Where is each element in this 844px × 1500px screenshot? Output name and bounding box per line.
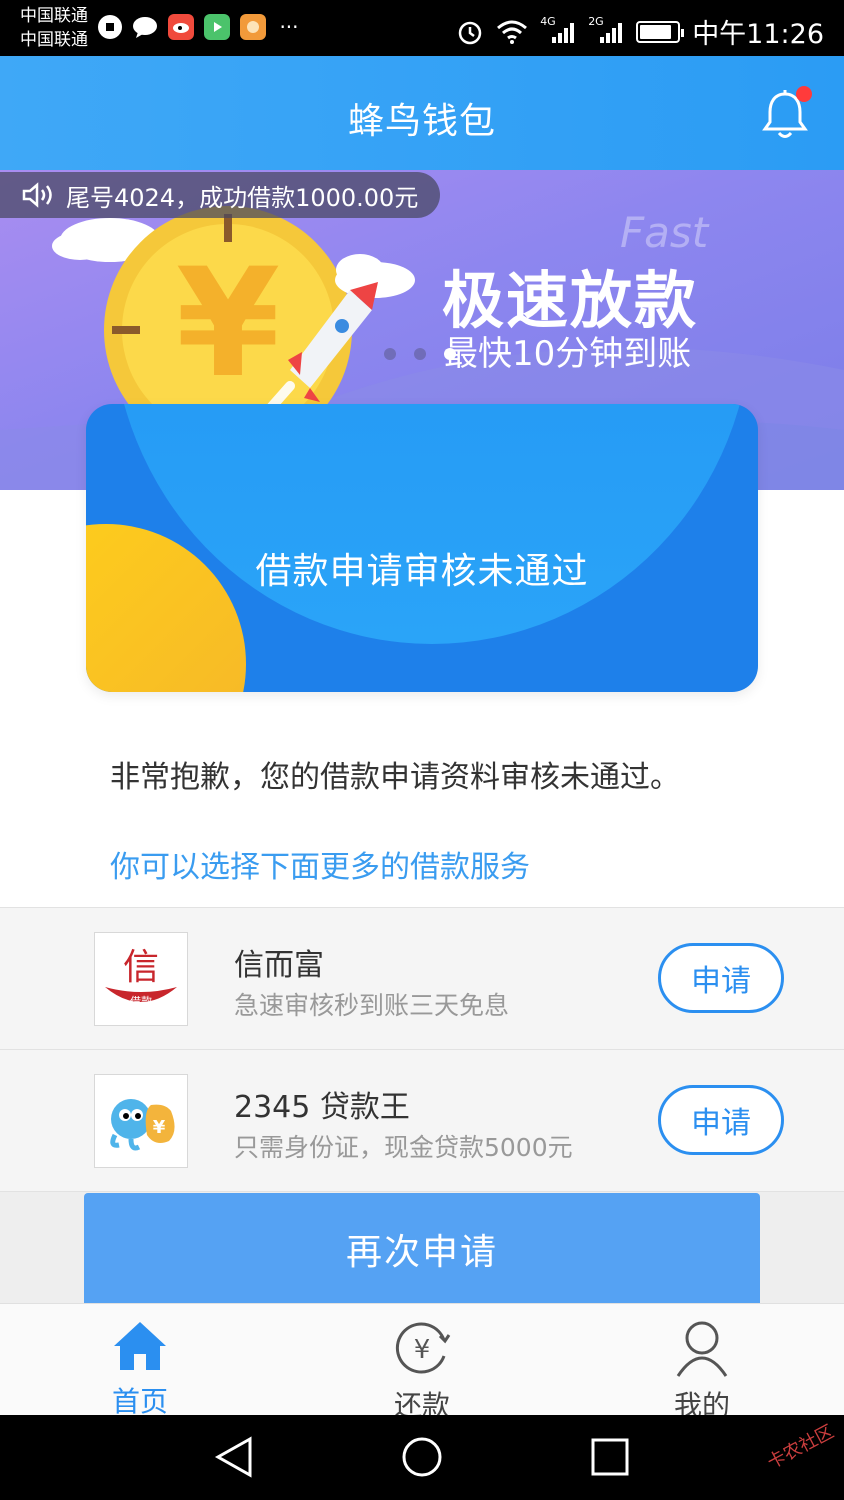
apply-button[interactable]: 申请 (658, 943, 784, 1013)
weibo-icon (168, 14, 194, 40)
video-app-icon (204, 14, 230, 40)
svg-text:¥: ¥ (414, 1335, 431, 1365)
status-bar: 中国联通 中国联通 ··· 4G 2G 中午11:26 (0, 0, 844, 56)
app-notification-icon (98, 15, 122, 39)
loan-name: 信而富 (234, 948, 324, 983)
daikuanwang-logo: ¥ (94, 1074, 188, 1168)
watermark: 卡农社区 (763, 1421, 838, 1474)
signal-2g-icon: 2G (588, 15, 624, 45)
rejection-message: 非常抱歉，您的借款申请资料审核未通过。 (110, 760, 680, 795)
game-app-icon (240, 14, 266, 40)
xinerfu-logo: 信 借款 (94, 932, 188, 1026)
svg-text:¥: ¥ (176, 237, 280, 411)
back-button[interactable] (212, 1435, 256, 1479)
chat-icon (132, 14, 158, 40)
carrier-label-2: 中国联通 (20, 30, 88, 50)
banner-subtitle: 最快10分钟到账 (444, 334, 692, 374)
clock: 中午11:26 (692, 19, 824, 50)
battery-level (640, 24, 671, 39)
carousel-dots[interactable] (384, 348, 456, 360)
loan-desc: 只需身份证，现金贷款5000元 (234, 1133, 573, 1162)
battery-icon (636, 20, 685, 43)
more-services-link[interactable]: 你可以选择下面更多的借款服务 (110, 842, 530, 886)
speaker-icon (22, 182, 52, 208)
carousel-dot-active[interactable] (444, 348, 456, 360)
reapply-button[interactable]: 再次申请 (84, 1193, 760, 1305)
bottom-tab-bar: 首页 ¥ 还款 我的 (0, 1303, 844, 1422)
carousel-dot[interactable] (384, 348, 396, 360)
carrier-label-1: 中国联通 (20, 6, 88, 26)
page-title: 蜂鸟钱包 (347, 101, 496, 142)
more-notifications-icon: ··· (279, 15, 299, 39)
network-type-2g: 2G (588, 14, 604, 28)
apply-button[interactable]: 申请 (658, 1085, 784, 1155)
home-icon (114, 1322, 166, 1370)
wifi-icon (497, 20, 528, 44)
application-status-card: 借款申请审核未通过 (86, 404, 758, 692)
logo-char: 信 (123, 947, 159, 988)
logo-tag: 借款 (130, 994, 152, 1008)
system-navigation-bar: 卡农社区 (0, 1415, 844, 1500)
repay-icon: ¥ (395, 1322, 451, 1374)
app-header: 蜂鸟钱包 (0, 56, 844, 170)
loan-notice-ticker[interactable]: 尾号4024，成功借款1000.00元 (0, 172, 440, 218)
alarm-icon (458, 21, 482, 44)
notice-text: 尾号4024，成功借款1000.00元 (66, 183, 419, 212)
notification-icons: ··· (98, 14, 302, 40)
loan-item-2345[interactable]: ¥ 2345 贷款王 只需身份证，现金贷款5000元 申请 (0, 1049, 844, 1191)
application-status-text: 借款申请审核未通过 (255, 551, 589, 592)
status-right: 4G 2G 中午11:26 (456, 12, 824, 51)
back-icon (214, 1436, 252, 1478)
recents-icon (591, 1438, 629, 1476)
loan-item-xinerfu[interactable]: 信 借款 信而富 急速审核秒到账三天免息 申请 (0, 907, 844, 1049)
home-button[interactable] (400, 1435, 444, 1479)
logo-char: ¥ (153, 1117, 166, 1138)
loan-name: 2345 贷款王 (234, 1090, 410, 1125)
tab-mine[interactable]: 我的 (642, 1318, 762, 1424)
loan-desc: 急速审核秒到账三天免息 (234, 991, 510, 1020)
notification-badge (796, 86, 812, 102)
user-icon (676, 1321, 728, 1377)
bell-icon[interactable] (762, 86, 812, 142)
circle-home-icon (402, 1437, 442, 1477)
recents-button[interactable] (588, 1435, 632, 1479)
tab-label-home: 首页 (111, 1385, 168, 1418)
signal-4g-icon: 4G (540, 15, 576, 45)
network-type-4g: 4G (540, 14, 556, 28)
tab-home[interactable]: 首页 (80, 1318, 200, 1420)
tab-repay[interactable]: ¥ 还款 (362, 1318, 482, 1424)
carousel-dot[interactable] (414, 348, 426, 360)
